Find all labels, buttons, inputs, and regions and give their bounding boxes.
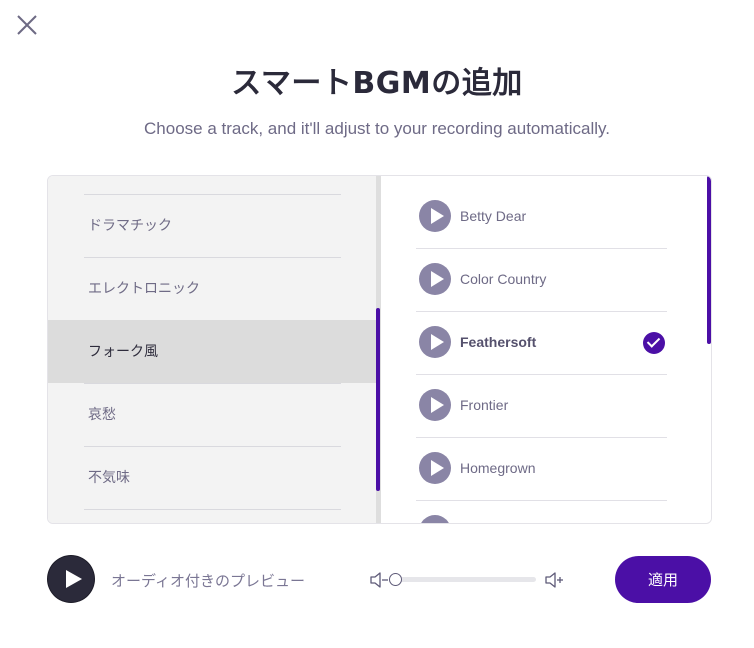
volume-up-icon[interactable] bbox=[544, 570, 566, 590]
category-item-dramatic[interactable]: ドラマチック bbox=[48, 194, 378, 257]
track-scrollbar-thumb[interactable] bbox=[707, 176, 711, 344]
track-item-color-country[interactable]: Color Country bbox=[416, 249, 707, 312]
track-name: Color Country bbox=[460, 271, 547, 287]
selected-check-icon bbox=[643, 332, 665, 354]
preview-play-button[interactable] bbox=[48, 556, 94, 602]
category-item-eerie[interactable]: 不気味 bbox=[48, 446, 378, 509]
category-scrollbar-thumb[interactable] bbox=[376, 308, 380, 491]
play-icon[interactable] bbox=[419, 452, 451, 484]
track-list[interactable]: Betty Dear Color Country Feathersoft Fro… bbox=[381, 176, 711, 523]
play-icon[interactable] bbox=[419, 200, 451, 232]
category-label: フォーク風 bbox=[88, 344, 158, 360]
track-name: Homegrown bbox=[460, 460, 536, 476]
play-icon[interactable] bbox=[419, 326, 451, 358]
track-name: Feathersoft bbox=[460, 334, 537, 350]
category-item-partial[interactable] bbox=[48, 509, 378, 523]
volume-slider-track[interactable] bbox=[395, 577, 536, 582]
play-icon[interactable] bbox=[419, 515, 451, 523]
category-item-melancholy[interactable]: 哀愁 bbox=[48, 383, 378, 446]
dialog-title: スマートBGMの追加 bbox=[231, 66, 523, 101]
category-list[interactable]: ドラマチック エレクトロニック フォーク風 哀愁 不気味 bbox=[48, 176, 378, 523]
category-item-electronic[interactable]: エレクトロニック bbox=[48, 257, 378, 320]
divider bbox=[84, 509, 341, 510]
category-label: エレクトロニック bbox=[88, 281, 200, 297]
category-label: 哀愁 bbox=[88, 407, 116, 423]
play-icon[interactable] bbox=[419, 263, 451, 295]
category-item-folk[interactable]: フォーク風 bbox=[48, 320, 378, 383]
close-icon[interactable] bbox=[14, 12, 40, 38]
track-picker-panel: ドラマチック エレクトロニック フォーク風 哀愁 不気味 Betty Dear bbox=[47, 175, 712, 524]
volume-slider-handle[interactable] bbox=[389, 573, 402, 586]
close-button[interactable] bbox=[14, 12, 40, 38]
divider bbox=[84, 446, 341, 447]
divider bbox=[84, 383, 341, 384]
divider bbox=[84, 257, 341, 258]
apply-button[interactable]: 適用 bbox=[615, 556, 711, 603]
dialog-subtitle: Choose a track, and it'll adjust to your… bbox=[144, 119, 610, 138]
volume-mute-icon[interactable] bbox=[369, 570, 391, 590]
track-item-feathersoft[interactable]: Feathersoft bbox=[416, 312, 707, 375]
track-item-betty-dear[interactable]: Betty Dear bbox=[416, 186, 707, 249]
track-item-partial[interactable] bbox=[416, 501, 707, 523]
category-label: ドラマチック bbox=[88, 218, 172, 234]
track-name: Frontier bbox=[460, 397, 509, 413]
track-item-homegrown[interactable]: Homegrown bbox=[416, 438, 707, 501]
play-icon[interactable] bbox=[419, 389, 451, 421]
divider bbox=[84, 194, 341, 195]
track-item-frontier[interactable]: Frontier bbox=[416, 375, 707, 438]
track-name: Betty Dear bbox=[460, 208, 527, 224]
category-label: 不気味 bbox=[88, 470, 130, 486]
preview-label: オーディオ付きのプレビュー bbox=[111, 572, 305, 590]
